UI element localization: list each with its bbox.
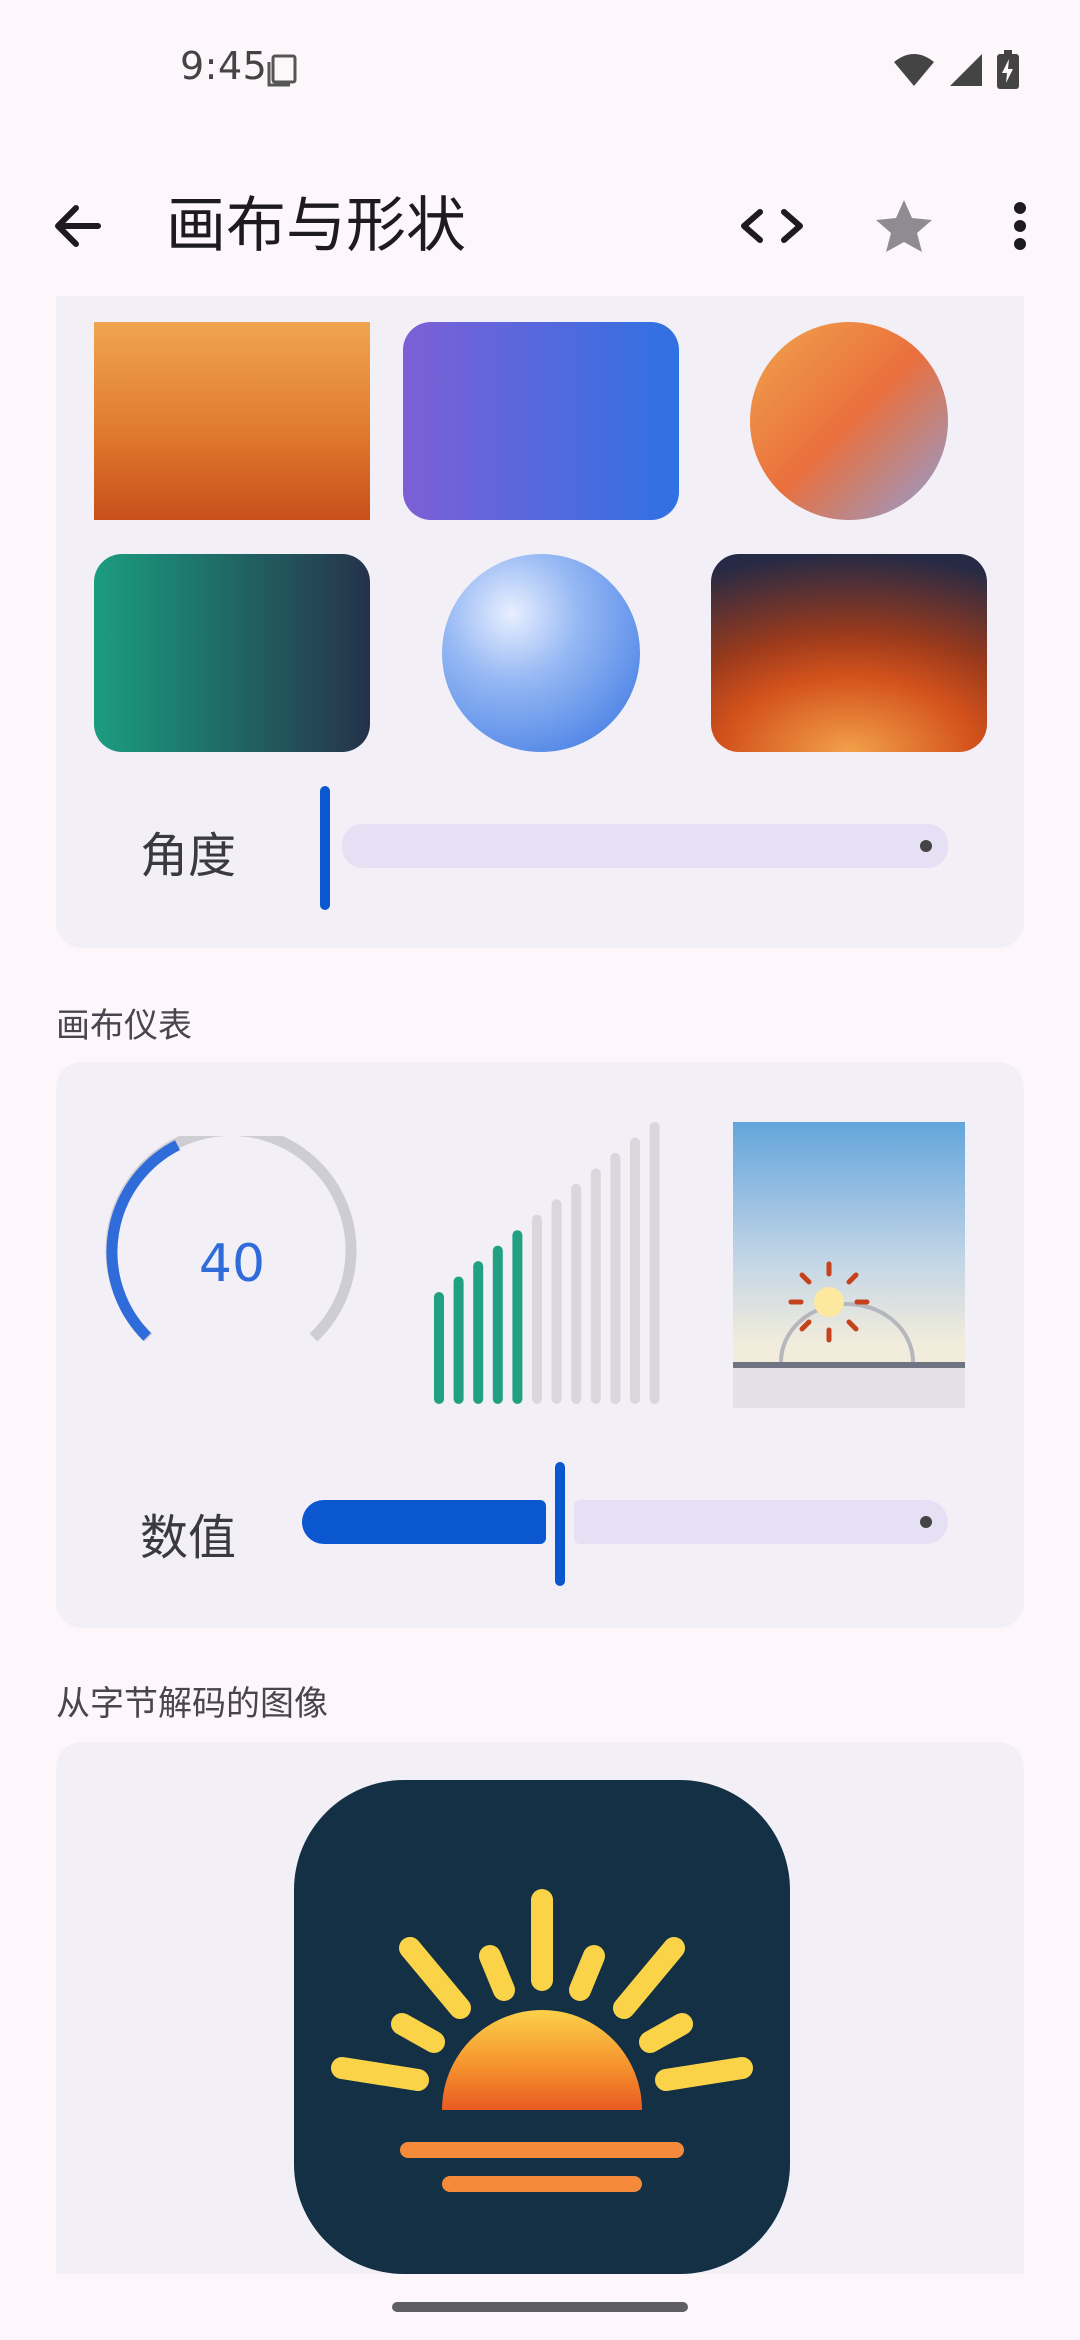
sunrise-app-icon: [294, 1780, 790, 2274]
bar-level-meter: [434, 1122, 660, 1404]
star-icon[interactable]: [862, 188, 946, 264]
page-title: 画布与形状: [166, 191, 466, 261]
more-vert-icon[interactable]: [1000, 188, 1040, 264]
signal-icon: [950, 54, 982, 86]
section-title-gauge: 画布仪表: [56, 1006, 192, 1046]
battery-icon: [997, 50, 1019, 89]
code-icon[interactable]: [730, 188, 814, 264]
back-arrow-icon[interactable]: [40, 188, 116, 264]
home-indicator[interactable]: [392, 2302, 688, 2312]
meter-bar: [434, 1292, 444, 1404]
top-app-bar: 画布与形状: [0, 170, 1080, 282]
angle-slider-thumb[interactable]: [320, 786, 330, 910]
wifi-icon: [894, 54, 934, 86]
meter-bar: [453, 1276, 464, 1404]
gauge-progress-arc: [106, 1140, 180, 1341]
value-slider-active-track[interactable]: [302, 1500, 547, 1544]
meter-bar: [571, 1183, 582, 1404]
linear-gradient-rect: [94, 322, 370, 520]
meter-bar: [512, 1230, 523, 1404]
status-time: 9:45: [180, 44, 268, 88]
meter-bar: [473, 1261, 484, 1404]
angle-label: 角度: [140, 828, 237, 884]
status-icons: [892, 50, 1020, 90]
status-bar: 9:45: [0, 0, 1080, 140]
gradient-shapes-card: 角度: [56, 296, 1024, 948]
decoded-image-card: [56, 1742, 1024, 2274]
angle-slider-stop-indicator: [920, 840, 932, 852]
meter-bar: [610, 1152, 621, 1404]
gauge-card: 40 数值: [56, 1062, 1024, 1628]
meter-bar: [492, 1245, 503, 1404]
teal-dark-rounded-rect: [94, 554, 370, 752]
value-slider-thumb[interactable]: [555, 1462, 566, 1586]
sunset-rounded-rect: [711, 554, 987, 752]
meter-bar: [649, 1122, 660, 1404]
value-slider-stop-indicator: [920, 1516, 932, 1528]
value-label: 数值: [140, 1510, 237, 1566]
radial-gradient-sphere: [442, 554, 640, 752]
purple-blue-rounded-rect: [403, 322, 679, 520]
value-slider-track[interactable]: [574, 1500, 948, 1544]
gauge-value-text: 40: [198, 1234, 266, 1294]
sim-card-icon: [267, 54, 297, 87]
section-title-image: 从字节解码的图像: [56, 1684, 328, 1724]
angle-slider-track[interactable]: [342, 824, 948, 868]
sunset-scene-image: [733, 1122, 965, 1408]
meter-bar: [551, 1199, 562, 1404]
meter-bar: [630, 1137, 640, 1404]
meter-bar: [532, 1214, 542, 1404]
meter-bar: [590, 1168, 601, 1404]
sweep-gradient-circle: [750, 322, 948, 520]
